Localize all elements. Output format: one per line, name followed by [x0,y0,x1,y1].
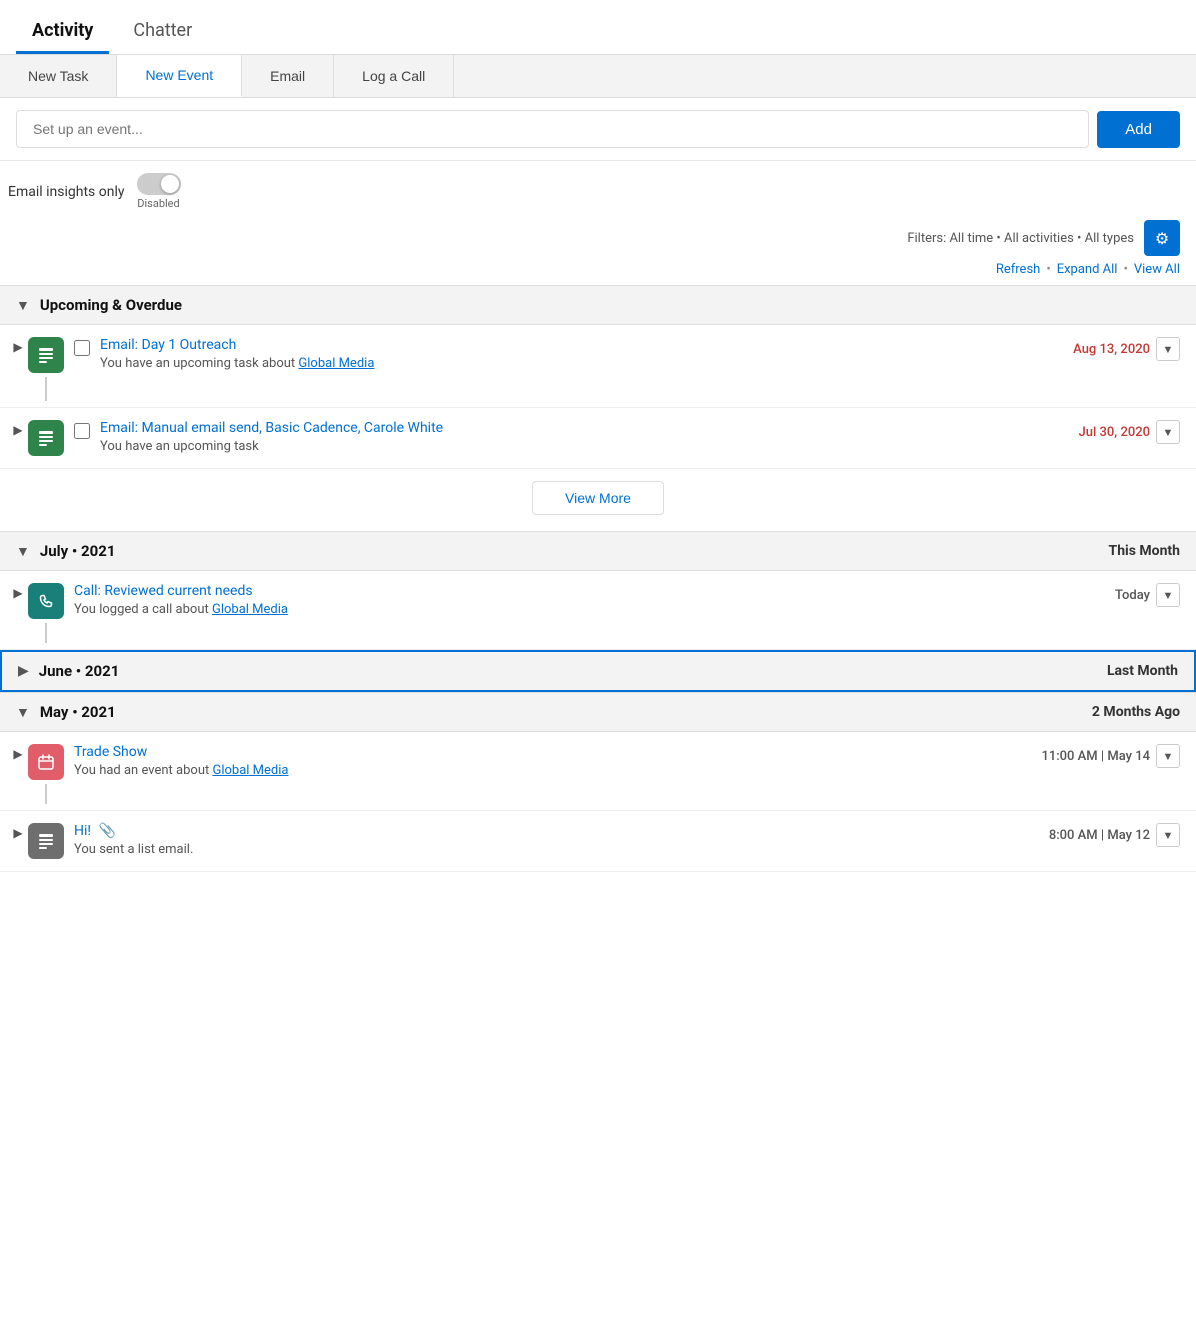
expand-icon-call[interactable]: ▶ [8,583,28,600]
section-may-2021[interactable]: ▼ May • 2021 2 Months Ago [0,692,1196,732]
tab-email[interactable]: Email [242,55,334,97]
expand-icon-email-manual[interactable]: ▶ [8,420,28,437]
quick-links-row: Refresh • Expand All • View All [0,260,1196,285]
section-upcoming-overdue[interactable]: ▼ Upcoming & Overdue [0,285,1196,325]
checkbox-email-manual[interactable] [74,423,90,439]
expand-all-link[interactable]: Expand All [1057,262,1118,277]
connector-line-trade-show [45,784,47,804]
title-call-reviewed[interactable]: Call: Reviewed current needs [74,583,253,599]
tab-new-task[interactable]: New Task [0,55,117,97]
event-icon-trade-show [28,744,64,780]
title-trade-show[interactable]: Trade Show [74,744,147,760]
view-more-button[interactable]: View More [532,481,664,515]
link-global-media-call[interactable]: Global Media [212,602,288,617]
link-global-media-trade-show[interactable]: Global Media [212,763,288,778]
section-july-2021[interactable]: ▼ July • 2021 This Month [0,531,1196,571]
toggle-status: Disabled [137,197,179,210]
date-call: Today [1115,588,1150,603]
chevron-down-icon-may: ▼ [16,704,30,721]
filters-text: Filters: All time • All activities • All… [907,231,1134,246]
event-input-area: Add [0,98,1196,161]
expand-icon-trade-show[interactable]: ▶ [8,744,28,761]
subtitle-email-day1: You have an upcoming task about Global M… [100,356,1061,379]
checkbox-email-day1[interactable] [74,340,90,356]
dropdown-call[interactable]: ▼ [1156,583,1180,607]
section-june-2021[interactable]: ▶ June • 2021 Last Month [0,650,1196,692]
title-email-manual[interactable]: Email: Manual email send, Basic Cadence,… [100,420,443,436]
date-email-day1: Aug 13, 2020 [1073,342,1150,357]
view-more-row-upcoming: View More [0,469,1196,531]
date-hi-email: 8:00 AM | May 12 [1049,828,1150,843]
tab-new-event[interactable]: New Event [117,55,242,97]
chevron-down-icon: ▼ [16,297,30,314]
email-insights-row: Email insights only Disabled [0,161,1196,214]
gear-icon: ⚙ [1155,229,1169,248]
section-title-july: July • 2021 [40,542,116,560]
dropdown-email-day1[interactable]: ▼ [1156,337,1180,361]
chevron-right-icon-june: ▶ [18,663,29,679]
subtitle-hi-email: You sent a list email. [74,842,1037,865]
activity-item-email-manual: ▶ Email: Manual email send, Basic Cadenc… [0,408,1196,469]
activity-item-trade-show: ▶ Trade Show You had an event about Glob… [0,732,1196,811]
refresh-link[interactable]: Refresh [996,262,1040,277]
sep2: • [1123,262,1127,277]
date-email-manual: Jul 30, 2020 [1079,425,1150,440]
section-right-july: This Month [1109,543,1180,559]
toggle-container: Disabled [137,173,181,210]
list-email-icon-hi [28,823,64,859]
section-title-june: June • 2021 [39,662,120,680]
tab-chatter[interactable]: Chatter [117,12,208,54]
tab-log-call[interactable]: Log a Call [334,55,454,97]
filters-row: Filters: All time • All activities • All… [0,214,1196,260]
event-input[interactable] [16,110,1089,148]
gear-button[interactable]: ⚙ [1144,220,1180,256]
connector-line-call [45,623,47,643]
date-trade-show: 11:00 AM | May 14 [1041,749,1150,764]
subtitle-call-reviewed: You logged a call about Global Media [74,602,1103,625]
add-button[interactable]: Add [1097,111,1180,148]
section-right-may: 2 Months Ago [1092,704,1180,720]
attachment-icon: 📎 [99,823,116,839]
section-title-upcoming: Upcoming & Overdue [40,296,182,314]
section-title-may: May • 2021 [40,703,116,721]
email-insights-toggle[interactable] [137,173,181,195]
task-icon-email-manual [28,420,64,456]
sep1: • [1046,262,1050,277]
activity-item-hi-email: ▶ Hi! 📎 You sent a list email. 8:00 AM |… [0,811,1196,872]
subtitle-email-manual: You have an upcoming task [100,439,1067,462]
toggle-knob [161,175,179,193]
tab-activity[interactable]: Activity [16,12,109,54]
title-email-day1[interactable]: Email: Day 1 Outreach [100,337,236,353]
section-right-june: Last Month [1107,663,1178,679]
view-all-link[interactable]: View All [1134,262,1180,277]
email-insights-label: Email insights only [8,184,125,200]
dropdown-hi-email[interactable]: ▼ [1156,823,1180,847]
chevron-down-icon-july: ▼ [16,543,30,560]
dropdown-email-manual[interactable]: ▼ [1156,420,1180,444]
connector-line-1 [45,377,47,401]
dropdown-trade-show[interactable]: ▼ [1156,744,1180,768]
title-hi-email[interactable]: Hi! [74,823,91,839]
call-icon [28,583,64,619]
link-global-media-1[interactable]: Global Media [298,356,374,371]
expand-icon-hi[interactable]: ▶ [8,823,28,840]
activity-item-call-reviewed: ▶ Call: Reviewed current needs You logge… [0,571,1196,650]
subtitle-trade-show: You had an event about Global Media [74,763,1029,786]
action-tabs-bar: New Task New Event Email Log a Call [0,55,1196,98]
header-tabs: Activity Chatter [0,0,1196,55]
activity-item-email-day1: ▶ Email: Day 1 Outreach You have an upco… [0,325,1196,408]
expand-icon-email-day1[interactable]: ▶ [8,337,28,354]
task-icon-email-day1 [28,337,64,373]
